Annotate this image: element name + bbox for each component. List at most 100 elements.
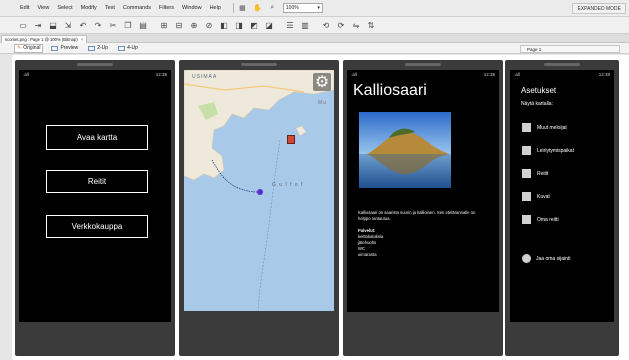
webshop-button[interactable]: Verkkokauppa [46, 215, 148, 238]
share-location-option[interactable]: Jaa oma sijainti [522, 254, 570, 263]
four-up-view-button[interactable]: 4-Up [116, 44, 140, 53]
place-screen: .all 12:38 Kalliosaari Kalliosaari on sa… [347, 70, 499, 312]
option-campsites[interactable]: Leiriytymispaikat [522, 146, 574, 155]
menu-commands[interactable]: Commands [123, 5, 151, 11]
original-view-button[interactable]: ✎ Original [14, 43, 44, 53]
rotate-right-icon[interactable]: ⟳ [336, 20, 346, 30]
menu-separator [232, 3, 234, 13]
hand-icon[interactable]: ✋ [253, 4, 262, 13]
open-map-button[interactable]: Avaa kartta [46, 125, 148, 150]
location-dot [257, 189, 263, 195]
option-label: Reitit [537, 170, 549, 177]
document-tab-bar: scomet.png : Page 1 @ 100% (Bitmap) × [0, 34, 629, 43]
menu-select[interactable]: Select [57, 5, 72, 11]
join-icon[interactable]: ⊕ [189, 20, 199, 30]
pencil-icon: ✎ [17, 45, 22, 51]
preview-view-label: Preview [60, 45, 79, 51]
speaker-slot [77, 63, 113, 66]
checkbox[interactable] [522, 215, 531, 224]
map-pin-icon[interactable] [287, 135, 295, 144]
page-selector[interactable]: Page 1 [520, 45, 620, 53]
menu-view[interactable]: View [37, 5, 49, 11]
cut-icon[interactable]: ✂ [108, 20, 118, 30]
signal-indicator: .all [514, 72, 520, 77]
flip-vertical-icon[interactable]: ⇅ [366, 20, 376, 30]
flip-horizontal-icon[interactable]: ⇋ [351, 20, 361, 30]
home-screen: .all 12:38 Avaa kartta Reitit Verkkokaup… [19, 70, 171, 322]
option-routes[interactable]: Reitit [522, 169, 548, 178]
workspace-mode-button[interactable]: EXPANDED MODE [572, 3, 626, 14]
grid-icon[interactable]: ▦ [238, 4, 247, 13]
clock: 12:38 [483, 72, 495, 77]
paste-icon[interactable]: ▤ [138, 20, 148, 30]
routes-button[interactable]: Reitit [46, 170, 148, 193]
status-bar: .all 12:38 [510, 70, 614, 80]
clock: 12:38 [155, 72, 167, 77]
phone-frame-map: USIMAA G u l f o f Mu ⚙ [179, 60, 339, 356]
option-other-paddlers[interactable]: Muut meloijat [522, 123, 567, 132]
bring-forward-icon[interactable]: ◨ [234, 20, 244, 30]
zoom-icon[interactable]: ⌕ [268, 4, 277, 13]
bring-front-icon[interactable]: ◧ [219, 20, 229, 30]
map-screen: USIMAA G u l f o f Mu ⚙ [184, 70, 334, 311]
checkbox[interactable] [522, 192, 531, 201]
copy-icon[interactable]: ❐ [123, 20, 133, 30]
menu-text[interactable]: Text [105, 5, 115, 11]
preview-view-button[interactable]: Preview [49, 44, 80, 53]
phone-frame-place: .all 12:38 Kalliosaari Kalliosaari on sa… [343, 60, 503, 356]
align-icon[interactable]: ☰ [285, 20, 295, 30]
send-back-icon[interactable]: ◪ [264, 20, 274, 30]
checkbox[interactable] [522, 146, 531, 155]
split-icon[interactable]: ⊘ [204, 20, 214, 30]
shipping-lane [257, 139, 281, 311]
checkbox[interactable] [522, 123, 531, 132]
two-up-view-button[interactable]: 2-Up [86, 44, 110, 53]
island-shape [295, 125, 307, 137]
undo-icon[interactable]: ↶ [78, 20, 88, 30]
radio-button[interactable] [522, 254, 531, 263]
two-up-view-label: 2-Up [97, 45, 109, 51]
chevron-down-icon: ▾ [317, 5, 320, 11]
option-photos[interactable]: Kuvat [522, 192, 550, 201]
rotate-left-icon[interactable]: ⟲ [321, 20, 331, 30]
original-view-label: Original [23, 45, 41, 51]
menu-modify[interactable]: Modify [81, 5, 97, 11]
two-up-icon [88, 45, 96, 51]
zoom-select[interactable]: 100% ▾ [282, 3, 323, 13]
ungroup-icon[interactable]: ⊟ [174, 20, 184, 30]
status-bar: .all 12:38 [19, 70, 171, 80]
option-label: Oma reitti [537, 216, 559, 223]
distribute-icon[interactable]: ▥ [300, 20, 310, 30]
menu-edit[interactable]: Edit [20, 5, 29, 11]
document-tab[interactable]: scomet.png : Page 1 @ 100% (Bitmap) × [1, 35, 88, 43]
save-icon[interactable]: ⬓ [48, 20, 58, 30]
zoom-value: 100% [285, 5, 299, 11]
document-tab-title: scomet.png : Page 1 @ 100% (Bitmap) [5, 37, 78, 42]
close-icon[interactable]: × [81, 37, 83, 42]
phone-frame-home: .all 12:38 Avaa kartta Reitit Verkkokaup… [15, 60, 175, 356]
speaker-slot [405, 63, 441, 66]
document-canvas: .all 12:38 Avaa kartta Reitit Verkkokaup… [12, 55, 629, 360]
option-label: Leiriytymispaikat [537, 147, 574, 154]
option-own-route[interactable]: Oma reitti [522, 215, 559, 224]
map-view[interactable]: USIMAA G u l f o f Mu ⚙ [184, 70, 334, 311]
clock: 12:38 [598, 72, 610, 77]
gear-icon[interactable]: ⚙ [313, 73, 331, 91]
menu-window[interactable]: Window [182, 5, 202, 11]
open-icon[interactable]: ⇥ [33, 20, 43, 30]
group-icon[interactable]: ⊞ [159, 20, 169, 30]
status-bar: .all 12:38 [347, 70, 499, 80]
main-toolbar: ▭ ⇥ ⬓ ⇲ ↶ ↷ ✂ ❐ ▤ ⊞ ⊟ ⊕ ⊘ ◧ ◨ ◩ ◪ ☰ ▥ ⟲ … [0, 17, 629, 34]
speaker-slot [544, 63, 580, 66]
send-backward-icon[interactable]: ◩ [249, 20, 259, 30]
import-icon[interactable]: ⇲ [63, 20, 73, 30]
new-icon[interactable]: ▭ [18, 20, 28, 30]
place-description: Kalliosaari on saarista suurin ja kallio… [358, 210, 476, 221]
settings-screen: .all 12:38 Asetukset Näytä kartalla: Muu… [510, 70, 614, 322]
menu-help[interactable]: Help [210, 5, 221, 11]
checkbox[interactable] [522, 169, 531, 178]
island-photo [359, 112, 451, 188]
redo-icon[interactable]: ↷ [93, 20, 103, 30]
menu-filters[interactable]: Filters [159, 5, 174, 11]
speaker-slot [241, 63, 277, 66]
